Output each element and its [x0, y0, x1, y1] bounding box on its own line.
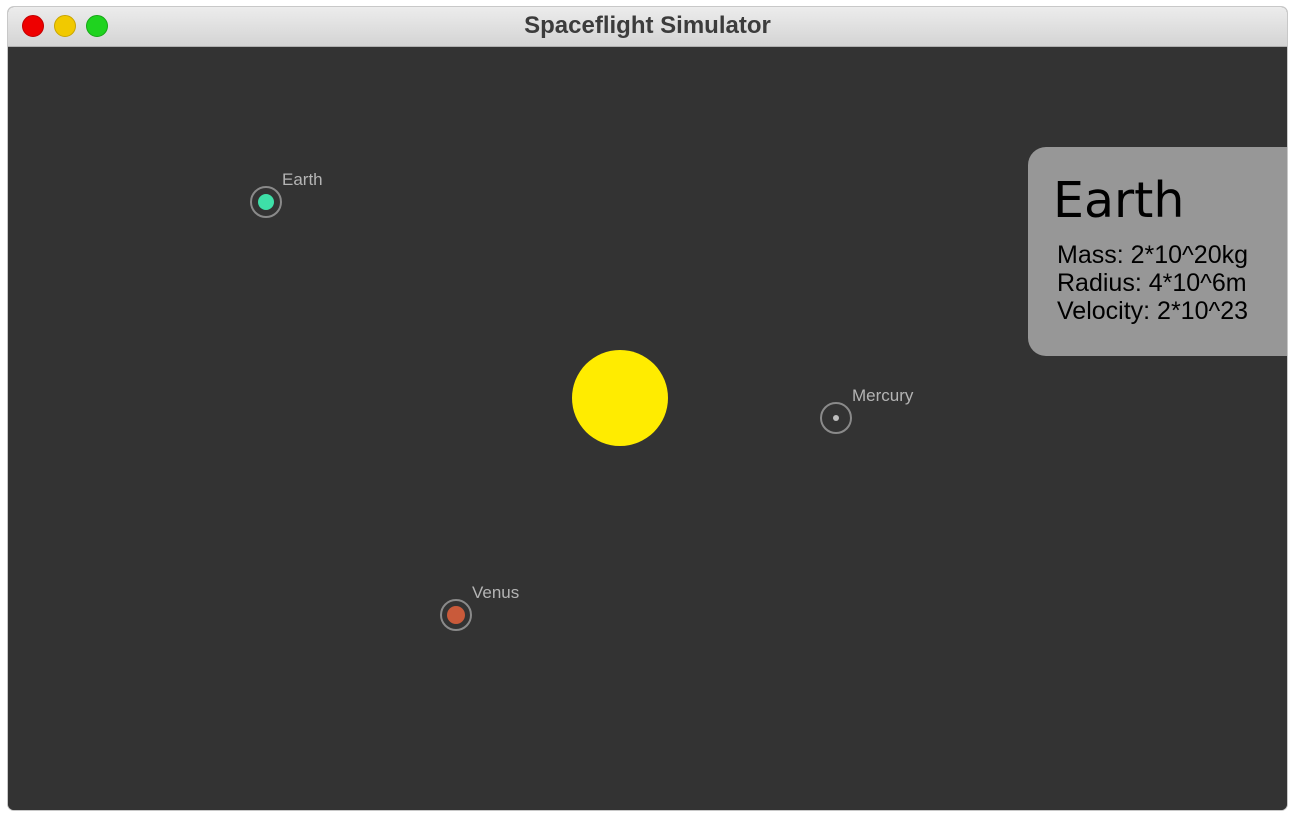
planet-venus-label: Venus [472, 583, 520, 602]
info-mass: Mass: 2*10^20kg [1057, 241, 1249, 269]
planet-venus-body [447, 606, 465, 624]
window-title: Spaceflight Simulator [524, 12, 771, 39]
planet-venus[interactable] [440, 599, 472, 631]
planet-earth-label: Earth [282, 170, 323, 189]
planet-mercury-label: Mercury [852, 386, 914, 405]
title-bar[interactable]: Spaceflight Simulator [8, 7, 1287, 47]
info-velocity: Velocity: 2*10^23 [1057, 297, 1249, 325]
sun[interactable] [572, 350, 668, 446]
info-planet-name: Earth [1053, 172, 1185, 229]
simulation-canvas[interactable]: Earth Mercury Venus Earth Mass: 2*10^20k… [8, 47, 1287, 810]
planet-mercury-body [833, 415, 839, 421]
app-window: Spaceflight Simulator Earth Mercury Venu… [8, 7, 1287, 810]
info-radius: Radius: 4*10^6m [1057, 269, 1247, 297]
planet-mercury[interactable] [820, 402, 852, 434]
planet-earth[interactable] [250, 186, 282, 218]
planet-earth-body [258, 194, 274, 210]
planet-info-panel: Earth Mass: 2*10^20kg Radius: 4*10^6m Ve… [1028, 147, 1287, 356]
